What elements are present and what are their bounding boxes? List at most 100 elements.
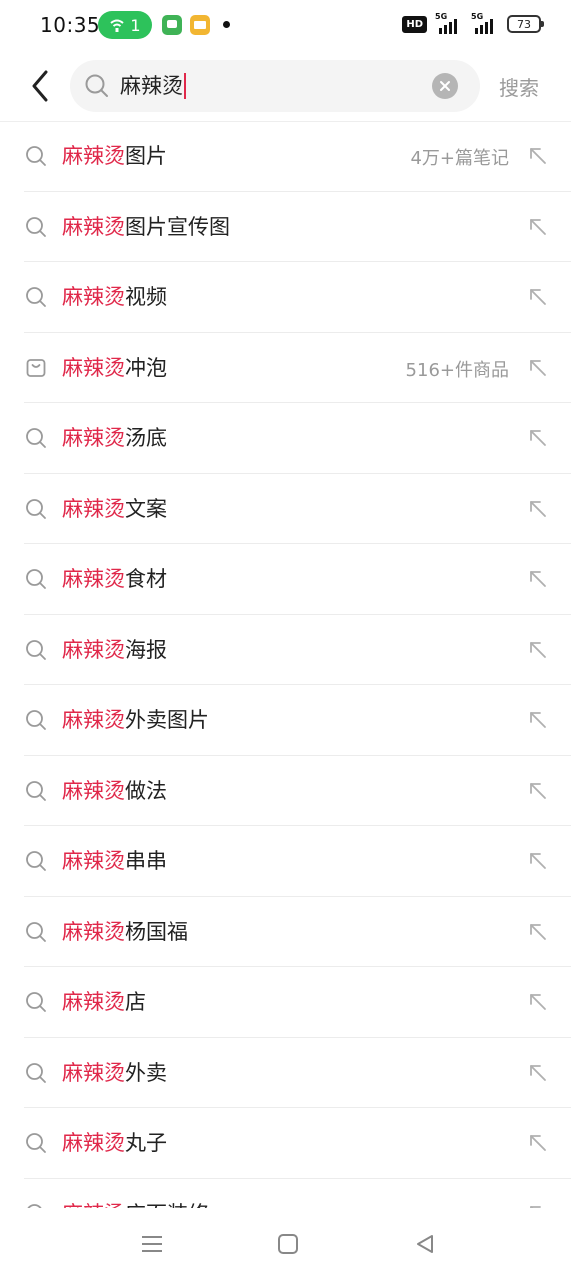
text-caret <box>184 73 186 99</box>
search-submit-button[interactable]: 搜索 <box>499 72 539 101</box>
search-icon <box>25 286 47 308</box>
suggestion-item[interactable]: 麻辣烫图片 4万+篇笔记 <box>24 121 571 192</box>
fill-query-arrow-icon[interactable] <box>527 357 549 379</box>
fill-query-arrow-icon[interactable] <box>527 639 549 661</box>
suggestion-rest: 杨国福 <box>125 919 188 944</box>
suggestion-rest: 冲泡 <box>125 355 167 380</box>
fill-query-arrow-icon[interactable] <box>527 921 549 943</box>
suggestion-item[interactable]: 麻辣烫食材 <box>24 544 571 615</box>
search-icon <box>25 639 47 661</box>
suggestion-highlight: 麻辣烫 <box>62 355 125 380</box>
suggestion-text: 麻辣烫海报 <box>62 635 167 665</box>
search-icon <box>25 780 47 802</box>
suggestion-item[interactable]: 麻辣烫串串 <box>24 826 571 897</box>
suggestion-item[interactable]: 麻辣烫丸子 <box>24 1108 571 1179</box>
suggestion-text: 麻辣烫外卖图片 <box>62 705 209 735</box>
status-right: HD 5G 5G 73 <box>402 12 544 34</box>
suggestion-highlight: 麻辣烫 <box>62 708 125 732</box>
suggestion-text: 麻辣烫外卖 <box>62 1058 167 1088</box>
fill-query-arrow-icon[interactable] <box>527 216 549 238</box>
suggestion-highlight: 麻辣烫 <box>62 919 125 944</box>
fill-query-arrow-icon[interactable] <box>527 991 549 1013</box>
suggestion-highlight: 麻辣烫 <box>62 849 125 873</box>
battery-level: 73 <box>517 17 531 31</box>
suggestion-text: 麻辣烫做法 <box>62 776 167 806</box>
signal-5g-icon: 5G <box>471 12 499 34</box>
search-icon <box>25 1132 47 1154</box>
notification-dot-icon <box>223 21 230 28</box>
search-icon <box>25 568 47 590</box>
search-input[interactable]: 麻辣烫 <box>70 60 480 112</box>
suggestion-item[interactable]: 麻辣烫店面装修 <box>24 1179 571 1208</box>
fill-query-arrow-icon[interactable] <box>527 850 549 872</box>
suggestion-rest: 文案 <box>125 496 167 521</box>
suggestion-text: 麻辣烫冲泡 <box>62 353 167 383</box>
search-icon <box>25 991 47 1013</box>
fill-query-arrow-icon[interactable] <box>527 1062 549 1084</box>
nav-back-button[interactable] <box>410 1230 440 1258</box>
fill-query-arrow-icon[interactable] <box>527 568 549 590</box>
clear-button[interactable] <box>432 73 458 99</box>
search-icon <box>25 427 47 449</box>
shopping-bag-icon <box>25 357 47 379</box>
suggestion-item[interactable]: 麻辣烫汤底 <box>24 403 571 474</box>
back-button[interactable] <box>22 66 58 106</box>
fill-query-arrow-icon[interactable] <box>527 427 549 449</box>
search-icon <box>25 145 47 167</box>
menu-button[interactable] <box>137 1230 167 1258</box>
suggestion-item[interactable]: 麻辣烫店 <box>24 967 571 1038</box>
suggestion-text: 麻辣烫串串 <box>62 846 167 876</box>
back-icon <box>417 1235 433 1253</box>
suggestion-rest: 外卖图片 <box>125 708 209 732</box>
suggestion-list: 麻辣烫图片 4万+篇笔记 麻辣烫图片宣传图 麻辣烫视频 麻辣烫冲泡 516+件商品 麻辣烫汤… <box>0 121 571 1208</box>
suggestion-text: 麻辣烫文案 <box>62 494 167 524</box>
suggestion-meta: 516+件商品 <box>405 359 509 381</box>
suggestion-highlight: 麻辣烫 <box>62 778 125 803</box>
fill-query-arrow-icon[interactable] <box>527 286 549 308</box>
suggestion-item[interactable]: 麻辣烫做法 <box>24 756 571 826</box>
suggestion-rest: 汤底 <box>125 426 167 450</box>
home-icon <box>278 1234 298 1254</box>
system-nav-bar <box>0 1208 571 1278</box>
fill-query-arrow-icon[interactable] <box>527 1132 549 1154</box>
suggestion-text: 麻辣烫杨国福 <box>62 917 188 947</box>
suggestion-item[interactable]: 麻辣烫外卖图片 <box>24 685 571 756</box>
search-icon <box>25 1062 47 1084</box>
suggestion-item[interactable]: 麻辣烫外卖 <box>24 1038 571 1108</box>
suggestion-rest: 图片宣传图 <box>125 214 230 239</box>
suggestion-item[interactable]: 麻辣烫海报 <box>24 615 571 685</box>
hd-badge: HD <box>402 15 427 33</box>
search-icon <box>25 498 47 520</box>
fill-query-arrow-icon[interactable] <box>527 780 549 802</box>
home-button[interactable] <box>273 1230 303 1258</box>
suggestion-rest: 串串 <box>125 849 167 873</box>
suggestion-highlight: 麻辣烫 <box>62 990 125 1014</box>
suggestion-highlight: 麻辣烫 <box>62 426 125 450</box>
search-icon <box>25 850 47 872</box>
suggestion-text: 麻辣烫店 <box>62 987 146 1017</box>
suggestion-highlight: 麻辣烫 <box>62 285 125 309</box>
suggestion-item[interactable]: 麻辣烫杨国福 <box>24 897 571 967</box>
suggestion-rest: 丸子 <box>125 1131 167 1155</box>
status-time: 10:35 <box>40 13 101 37</box>
suggestion-item[interactable]: 麻辣烫图片宣传图 <box>24 192 571 262</box>
suggestion-highlight: 麻辣烫 <box>62 1131 125 1155</box>
suggestion-rest: 做法 <box>125 778 167 803</box>
hotspot-count: 1 <box>130 15 141 35</box>
signal-5g-icon: 5G <box>435 12 463 34</box>
suggestion-rest: 店 <box>125 990 146 1014</box>
hotspot-indicator: 1 <box>98 11 152 39</box>
suggestion-text: 麻辣烫图片 <box>62 141 167 171</box>
mail-app-icon <box>190 15 210 35</box>
fill-query-arrow-icon[interactable] <box>527 498 549 520</box>
search-icon <box>85 74 108 97</box>
suggestion-item[interactable]: 麻辣烫冲泡 516+件商品 <box>24 333 571 403</box>
suggestion-item[interactable]: 麻辣烫视频 <box>24 262 571 333</box>
chevron-left-icon <box>32 70 48 102</box>
search-query[interactable]: 麻辣烫 <box>120 73 186 99</box>
fill-query-arrow-icon[interactable] <box>527 145 549 167</box>
suggestion-item[interactable]: 麻辣烫文案 <box>24 474 571 544</box>
search-icon <box>25 921 47 943</box>
suggestion-rest: 海报 <box>125 637 167 662</box>
fill-query-arrow-icon[interactable] <box>527 709 549 731</box>
